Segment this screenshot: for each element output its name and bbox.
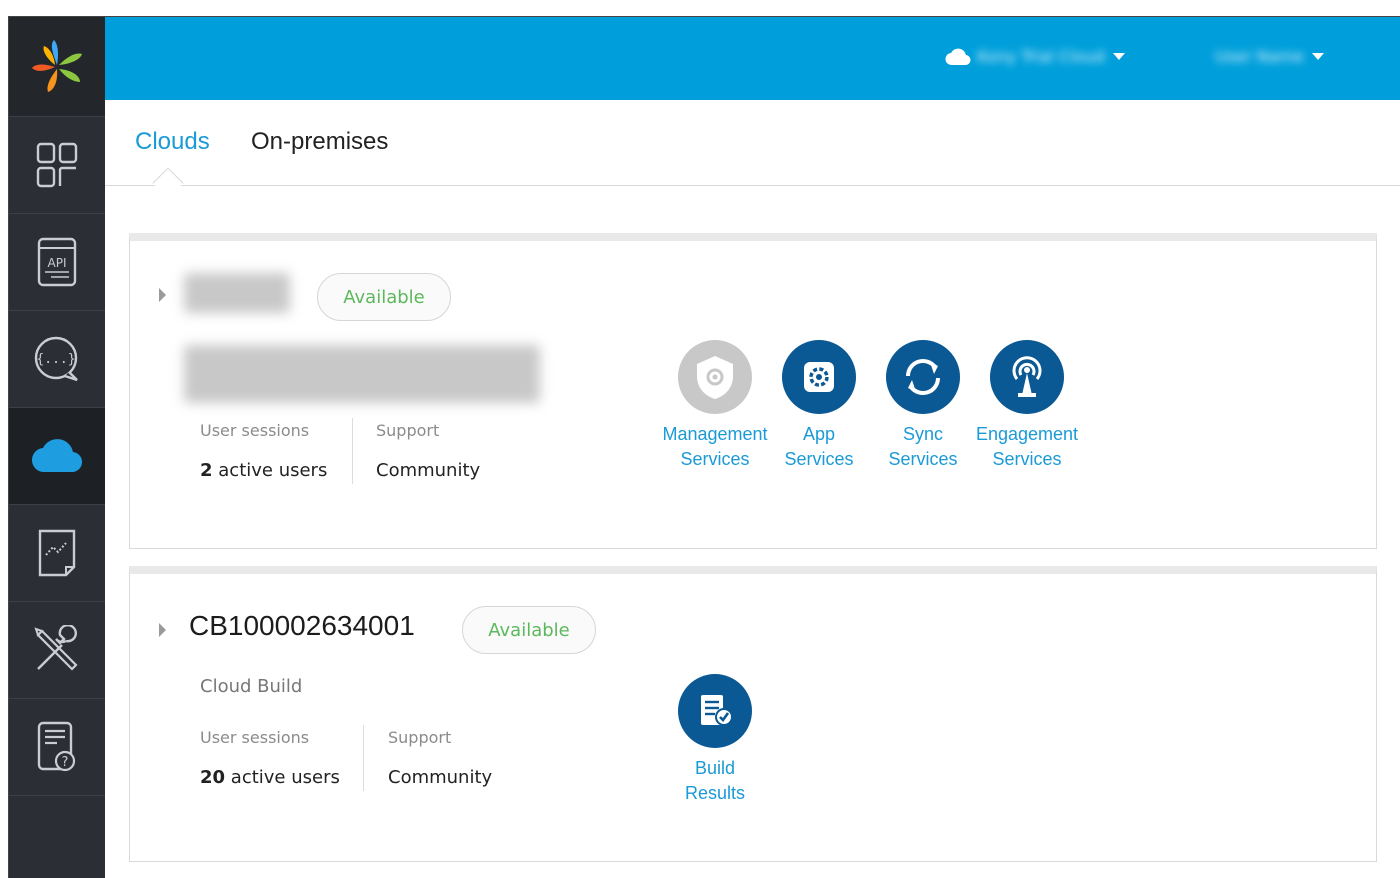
svg-text:{...}: {...} [36, 352, 75, 367]
expand-arrow-icon[interactable] [159, 288, 166, 302]
sidebar-item-api[interactable]: API [9, 214, 105, 311]
cloud-card: Available User sessions 2 active users S… [129, 233, 1377, 549]
meta-divider [352, 418, 353, 484]
meta-divider [363, 725, 364, 791]
status-badge: Available [462, 606, 596, 654]
service-icon-circle [678, 340, 752, 414]
account-label: Kony Trial Cloud [977, 47, 1105, 66]
sidebar-item-messaging[interactable]: {...} [9, 311, 105, 408]
build-results-checklist-icon [701, 695, 733, 726]
service-icon-circle [678, 674, 752, 748]
broadcast-antenna-icon [1012, 356, 1042, 397]
service-label[interactable]: Engagement Services [972, 422, 1082, 472]
sync-arrows-icon [906, 359, 940, 395]
service-icon-circle [886, 340, 960, 414]
account-menu[interactable]: Kony Trial Cloud [945, 47, 1125, 66]
redacted-cloud-name [184, 273, 290, 313]
sessions-count: 20 [200, 767, 226, 788]
app-services-gear-icon [804, 362, 834, 392]
sidebar-item-analytics[interactable] [9, 505, 105, 602]
support-label: Support [376, 421, 440, 440]
redacted-cloud-description [184, 345, 540, 403]
sessions-label: User sessions [200, 421, 310, 440]
svg-text:?: ? [62, 755, 69, 770]
cloud-small-icon [945, 48, 971, 65]
user-label: User Name [1215, 47, 1304, 66]
wrench-screwdriver-icon [34, 625, 78, 671]
service-icon-circle [782, 340, 856, 414]
sessions-count: 2 [200, 460, 213, 481]
sessions-suffix: active users [218, 460, 328, 481]
tab-bar: Clouds On-premises [105, 100, 1400, 199]
management-shield-icon [697, 356, 733, 399]
cloud-icon [31, 439, 83, 473]
service-label[interactable]: App Services [764, 422, 874, 472]
service-app[interactable]: App Services [764, 340, 874, 472]
chevron-down-icon [1311, 53, 1324, 60]
service-management[interactable]: Management Services [660, 340, 770, 472]
sessions-value: 2 active users [200, 460, 327, 481]
chevron-down-icon [1112, 53, 1125, 60]
support-value: Community [376, 460, 481, 481]
api-document-icon: API [37, 237, 77, 287]
pinwheel-logo-icon [32, 39, 82, 92]
sidebar-item-tools[interactable] [9, 602, 105, 699]
sessions-label: User sessions [200, 728, 310, 747]
sidebar-item-apps[interactable] [9, 117, 105, 214]
sessions-value: 20 active users [200, 767, 340, 788]
sidebar-item-help[interactable]: ? [9, 699, 105, 796]
service-icon-circle [990, 340, 1064, 414]
chat-bubble-icon: {...} [34, 336, 78, 382]
cloud-name: CB100002634001 [189, 610, 415, 641]
help-document-icon: ? [37, 721, 76, 772]
service-engagement[interactable]: Engagement Services [972, 340, 1082, 472]
cloud-card: CB100002634001 Available Cloud Build Use… [129, 566, 1377, 862]
service-sync[interactable]: Sync Services [868, 340, 978, 472]
sessions-suffix: active users [230, 767, 340, 788]
api-icon-label: API [48, 256, 67, 270]
service-label[interactable]: Sync Services [868, 422, 978, 472]
sidebar: API {...} ? [9, 17, 105, 878]
expand-arrow-icon[interactable] [159, 623, 166, 637]
support-label: Support [388, 728, 452, 747]
service-label[interactable]: Management Services [660, 422, 770, 472]
tab-on-premises[interactable]: On-premises [251, 128, 388, 156]
support-value: Community [388, 767, 493, 788]
apps-grid-icon [36, 142, 78, 188]
user-menu[interactable]: User Name [1215, 47, 1324, 66]
sidebar-item-clouds[interactable] [9, 408, 105, 505]
status-badge: Available [317, 273, 451, 321]
sidebar-logo[interactable] [9, 17, 105, 117]
top-bar: Kony Trial Cloud User Name [105, 17, 1400, 100]
cloud-description: Cloud Build [200, 676, 303, 697]
clouds-list: Available User sessions 2 active users S… [105, 186, 1400, 878]
tab-clouds[interactable]: Clouds [135, 128, 210, 156]
service-label[interactable]: Build Results [660, 756, 770, 806]
analytics-chart-icon [38, 529, 76, 577]
service-build-results[interactable]: Build Results [660, 674, 770, 806]
